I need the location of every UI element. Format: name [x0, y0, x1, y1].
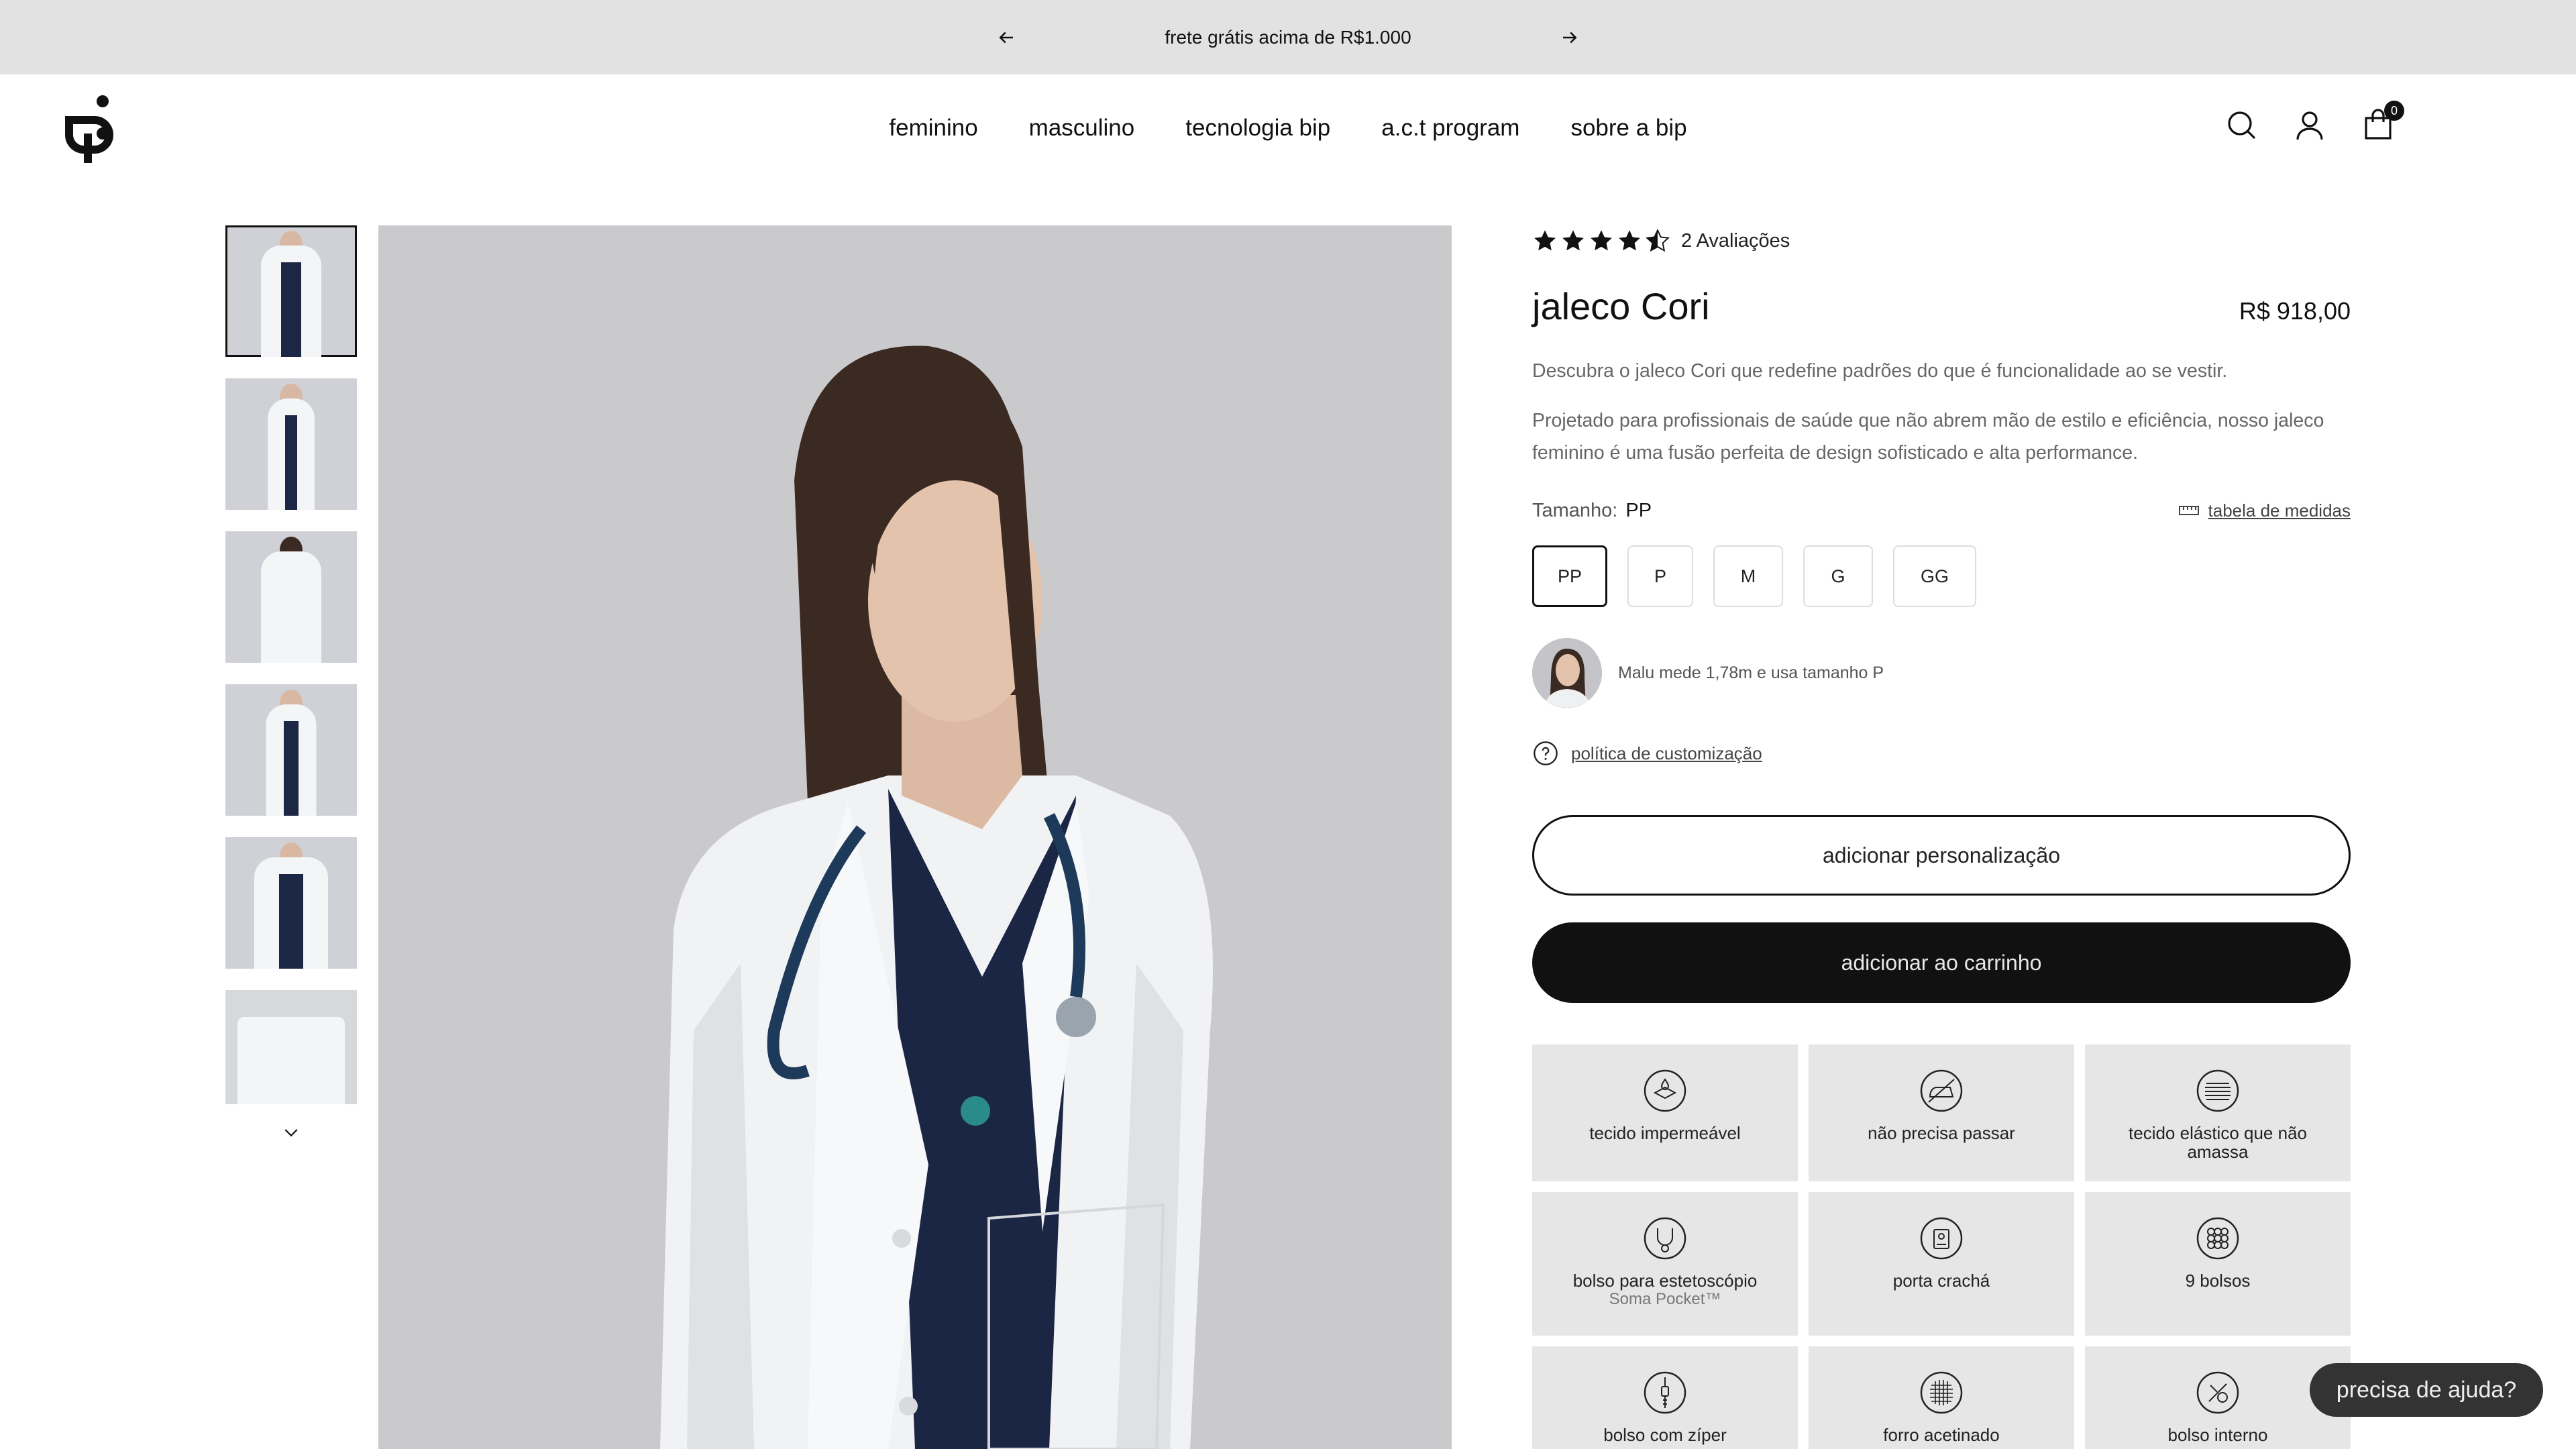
description-paragraph: Projetado para profissionais de saúde qu… — [1532, 410, 2324, 464]
thumbnail-1[interactable] — [225, 225, 357, 357]
size-selector: PP P M G GG — [1532, 545, 2351, 607]
half-star-icon — [1645, 228, 1670, 252]
nav-feminino[interactable]: feminino — [889, 115, 977, 142]
product-details: 2 Avaliações jaleco Cori R$ 918,00 Descu… — [1532, 225, 2351, 1003]
user-icon — [2296, 111, 2323, 140]
account-button[interactable] — [2293, 105, 2326, 145]
cart-button[interactable]: 0 — [2361, 101, 2404, 145]
nav-act-program[interactable]: a.c.t program — [1381, 115, 1519, 142]
customization-policy-link[interactable]: política de customização — [1571, 743, 1762, 764]
size-label: Tamanho: PP — [1532, 499, 1652, 521]
bip-logo-icon[interactable] — [64, 93, 114, 164]
search-icon — [2228, 111, 2256, 140]
feature-tile: bolso com zíper — [1532, 1346, 1798, 1449]
inner-pocket-icon — [2196, 1371, 2239, 1414]
waterproof-fabric-icon — [1644, 1069, 1686, 1112]
pockets-icon — [2196, 1217, 2239, 1260]
thumbnail-3[interactable] — [225, 531, 357, 663]
feature-tile: tecido impermeável — [1532, 1044, 1798, 1181]
rating-stars — [1532, 228, 1670, 254]
announcement-prev-button[interactable] — [986, 17, 1026, 58]
thumbnail-scroll-down-button[interactable] — [225, 1116, 357, 1150]
stretch-fabric-icon — [2196, 1069, 2239, 1112]
help-chat-button[interactable]: precisa de ajuda? — [2310, 1363, 2543, 1417]
cart-count-badge: 0 — [2384, 101, 2404, 121]
announcement-message: frete grátis acima de R$1.000 — [1165, 26, 1411, 48]
nav-tecnologia-bip[interactable]: tecnologia bip — [1185, 115, 1330, 142]
thumbnail-gallery — [225, 225, 357, 1150]
main-nav: feminino masculino tecnologia bip a.c.t … — [0, 74, 2576, 182]
main-product-image[interactable] — [378, 225, 1452, 1449]
thumbnail-2[interactable] — [225, 378, 357, 510]
badge-holder-icon — [1920, 1217, 1963, 1260]
product-photo-illustration — [378, 225, 1452, 1449]
product-description: Descubra o jaleco Cori que redefine padr… — [1532, 355, 2351, 469]
arrow-right-icon — [1563, 32, 1577, 43]
nav-masculino[interactable]: masculino — [1029, 115, 1135, 142]
arrow-left-icon — [999, 32, 1013, 43]
model-avatar — [1532, 638, 1602, 708]
star-icon — [1534, 230, 1556, 251]
description-paragraph: Descubra o jaleco Cori que redefine padr… — [1532, 360, 2228, 382]
size-option-pp[interactable]: PP — [1532, 545, 1607, 607]
ruler-icon — [2178, 506, 2199, 515]
size-option-m[interactable]: M — [1713, 545, 1783, 607]
size-chart-link[interactable]: tabela de medidas — [2178, 500, 2351, 521]
no-iron-icon — [1920, 1069, 1963, 1112]
reviews-count: 2 Avaliações — [1681, 229, 1790, 252]
thumbnail-5[interactable] — [225, 837, 357, 969]
nav-sobre-a-bip[interactable]: sobre a bip — [1570, 115, 1686, 142]
stethoscope-pocket-icon — [1644, 1217, 1686, 1260]
thumbnail-6[interactable] — [225, 990, 357, 1104]
thumbnail-4[interactable] — [225, 684, 357, 816]
feature-tile: forro acetinado — [1809, 1346, 2074, 1449]
selected-size: PP — [1625, 499, 1652, 521]
search-button[interactable] — [2224, 105, 2258, 145]
add-customization-button[interactable]: adicionar personalização — [1532, 815, 2351, 896]
size-option-gg[interactable]: GG — [1893, 545, 1976, 607]
star-icon — [1562, 230, 1584, 251]
feature-tile: não precisa passar — [1809, 1044, 2074, 1181]
feature-tile: 9 bolsos — [2085, 1192, 2351, 1336]
zipper-pocket-icon — [1644, 1371, 1686, 1414]
feature-tile: tecido elástico que não amassa — [2085, 1044, 2351, 1181]
help-circle-icon — [1534, 741, 1558, 765]
model-size-note: Malu mede 1,78m e usa tamanho P — [1618, 663, 1884, 682]
feature-grid: tecido impermeável não precisa passar te… — [1532, 1044, 2351, 1449]
satin-lining-icon — [1920, 1371, 1963, 1414]
star-icon — [1591, 230, 1612, 251]
rating-row[interactable]: 2 Avaliações — [1532, 225, 2351, 256]
size-option-p[interactable]: P — [1627, 545, 1693, 607]
feature-tile: porta crachá — [1809, 1192, 2074, 1336]
add-to-cart-button[interactable]: adicionar ao carrinho — [1532, 922, 2351, 1003]
product-title: jaleco Cori — [1532, 285, 1710, 327]
product-price: R$ 918,00 — [2239, 297, 2351, 325]
chevron-down-icon — [284, 1129, 298, 1137]
site-header: feminino masculino tecnologia bip a.c.t … — [0, 74, 2576, 182]
feature-tile: bolso para estetoscópio Soma Pocket™ — [1532, 1192, 1798, 1336]
announcement-bar: frete grátis acima de R$1.000 — [0, 0, 2576, 74]
announcement-next-button[interactable] — [1550, 17, 1590, 58]
star-icon — [1619, 230, 1640, 251]
size-option-g[interactable]: G — [1803, 545, 1873, 607]
